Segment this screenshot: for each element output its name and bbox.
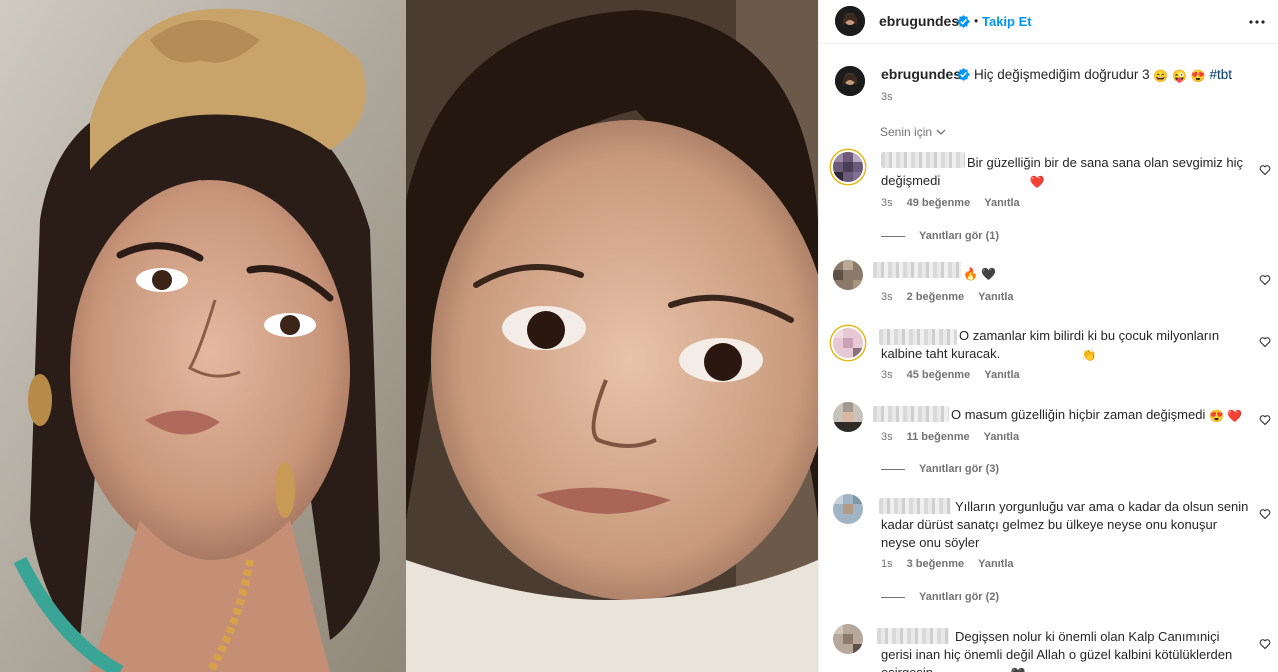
comment-text: Degişsen nolur ki önemli olan Kalp Canım… [881, 628, 1251, 672]
comment-timestamp[interactable]: 3s [881, 197, 893, 209]
post-media[interactable] [0, 0, 818, 672]
caption-timestamp[interactable]: 3s [881, 91, 893, 103]
commenter-avatar[interactable] [833, 402, 863, 432]
reply-button[interactable]: Yanıtla [984, 431, 1019, 443]
comment-body: Yılların yorgunluğu var ama o kadar da o… [881, 499, 1249, 550]
replies-line [881, 235, 905, 237]
like-heart-icon[interactable] [1259, 508, 1271, 520]
comment-timestamp[interactable]: 3s [881, 291, 893, 303]
follow-button[interactable]: Takip Et [982, 14, 1032, 29]
reply-button[interactable]: Yanıtla [984, 369, 1019, 381]
photo-child-portrait [406, 0, 818, 672]
post-header: ebrugundes • Takip Et [819, 0, 1278, 44]
hashtag-link[interactable]: #tbt [1210, 67, 1233, 82]
filter-label: Senin için [880, 125, 933, 139]
comment-text: Bir güzelliğin bir de sana sana olan sev… [881, 154, 1251, 191]
view-replies-label: Yanıtları gör (1) [919, 230, 1000, 242]
comment-likes[interactable]: 3 beğenme [907, 558, 964, 570]
author-username[interactable]: ebrugundes [879, 13, 959, 29]
commenter-name-blurred[interactable] [873, 262, 961, 278]
caption-emoji: 😜 [1172, 69, 1188, 83]
commenter-avatar[interactable] [833, 152, 863, 182]
post-sidebar: ebrugundes • Takip Et ebrugundes Hiç değ… [818, 0, 1278, 672]
comment-body: Bir güzelliğin bir de sana sana olan sev… [881, 155, 1244, 188]
caption-emoji: 😍 [1190, 69, 1206, 83]
comment-text: O zamanlar kim bilirdi ki bu çocuk milyo… [881, 327, 1251, 364]
comment-emoji: 🖤 [937, 665, 1026, 672]
comment-emoji: 🔥 🖤 [963, 267, 997, 281]
comment-emoji: 😍 ❤️ [1208, 409, 1243, 423]
more-options-icon[interactable] [1247, 12, 1267, 32]
comment-body: O masum güzelliğin hiçbir zaman değişmed… [951, 407, 1206, 422]
commenter-avatar[interactable] [833, 494, 863, 524]
comment-text: Yılların yorgunluğu var ama o kadar da o… [881, 498, 1251, 552]
comment-body: Degişsen nolur ki önemli olan Kalp Canım… [881, 629, 1233, 672]
comment-emoji: 👏 [1081, 348, 1097, 362]
comment-text: O masum güzelliğin hiçbir zaman değişmed… [951, 406, 1271, 425]
commenter-avatar[interactable] [833, 624, 863, 654]
comment-meta: 3s 45 beğenme Yanıtla [881, 369, 1020, 381]
reply-button[interactable]: Yanıtla [978, 558, 1013, 570]
comment-emoji: ❤️ [1029, 175, 1045, 189]
author-avatar[interactable] [835, 6, 865, 36]
caption-emoji: 😄 [1153, 69, 1169, 83]
caption-username[interactable]: ebrugundes [881, 66, 961, 82]
view-replies-label: Yanıtları gör (2) [919, 591, 1000, 603]
view-replies-button[interactable]: Yanıtları gör (1) [881, 230, 999, 242]
verified-badge-icon [957, 15, 970, 28]
view-replies-label: Yanıtları gör (3) [919, 463, 1000, 475]
header-separator: • [974, 14, 979, 28]
like-heart-icon[interactable] [1259, 638, 1271, 650]
chevron-down-icon [936, 129, 946, 135]
comment-meta: 3s 2 beğenme Yanıtla [881, 291, 1014, 303]
comment-text: 🔥 🖤 [963, 264, 996, 283]
reply-button[interactable]: Yanıtla [984, 197, 1019, 209]
comment-likes[interactable]: 45 beğenme [907, 369, 971, 381]
replies-line [881, 468, 905, 470]
like-heart-icon[interactable] [1259, 274, 1271, 286]
like-heart-icon[interactable] [1259, 336, 1271, 348]
caption-avatar[interactable] [835, 66, 865, 96]
replies-line [881, 596, 905, 598]
comment-likes[interactable]: 11 beğenme [907, 431, 970, 443]
caption-body: Hiç değişmediğim doğrudur 3 [974, 67, 1150, 82]
comment-timestamp[interactable]: 3s [881, 369, 893, 381]
photo-adult-portrait [0, 0, 406, 672]
comment-meta: 1s 3 beğenme Yanıtla [881, 558, 1014, 570]
comment-likes[interactable]: 49 beğenme [907, 197, 971, 209]
caption-text: Hiç değişmediğim doğrudur 3 😄 😜 😍 #tbt [974, 66, 1274, 85]
comment-likes[interactable]: 2 beğenme [907, 291, 964, 303]
commenter-avatar[interactable] [833, 328, 863, 358]
comment-timestamp[interactable]: 1s [881, 558, 893, 570]
commenter-avatar[interactable] [833, 260, 863, 290]
like-heart-icon[interactable] [1259, 414, 1271, 426]
comment-timestamp[interactable]: 3s [881, 431, 893, 443]
verified-badge-icon [957, 68, 970, 81]
comment-filter-dropdown[interactable]: Senin için [880, 125, 946, 139]
comment-meta: 3s 49 beğenme Yanıtla [881, 197, 1020, 209]
comment-meta: 3s 11 beğenme Yanıtla [881, 431, 1019, 443]
like-heart-icon[interactable] [1259, 164, 1271, 176]
reply-button[interactable]: Yanıtla [978, 291, 1013, 303]
view-replies-button[interactable]: Yanıtları gör (2) [881, 591, 999, 603]
commenter-name-blurred[interactable] [873, 406, 949, 422]
view-replies-button[interactable]: Yanıtları gör (3) [881, 463, 999, 475]
